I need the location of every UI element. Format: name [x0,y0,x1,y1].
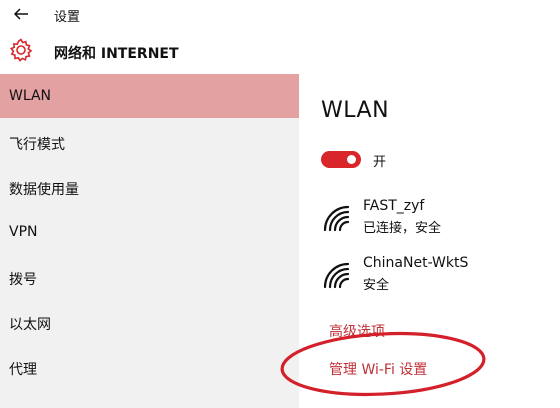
wifi-signal-icon [323,262,350,289]
window-title: 设置 [54,10,81,25]
toggle-state-label: 开 [373,155,387,170]
wifi-signal-icon [323,205,350,232]
sidebar-item-proxy[interactable]: 代理 [0,345,299,389]
network-name: ChinaNet-WktS [363,255,469,271]
content-heading: WLAN [321,98,390,123]
page-title: 网络和 INTERNET [54,46,179,62]
sidebar-item-label: WLAN [9,88,52,104]
wifi-network-item[interactable]: FAST_zyf 已连接，安全 [317,198,547,242]
network-status: 已连接，安全 [363,221,442,236]
main-content: WLAN 开 FAST_zyf 已连接，安全 ChinaNet-WktS 安全 [299,74,560,408]
section-header: 网络和 INTERNET [0,30,560,74]
advanced-options-link[interactable]: 高级选项 [329,321,385,341]
sidebar-item-label: 拨号 [9,272,37,288]
sidebar-item-wlan[interactable]: WLAN [0,74,299,118]
sidebar-item-label: 数据使用量 [9,182,79,198]
gear-icon [9,38,33,62]
sidebar-item-label: VPN [9,224,38,240]
toggle-knob [347,155,356,164]
sidebar-item-data-usage[interactable]: 数据使用量 [0,165,299,209]
sidebar-item-ethernet[interactable]: 以太网 [0,300,299,344]
sidebar-item-dial-up[interactable]: 拨号 [0,255,299,299]
sidebar-item-label: 以太网 [9,317,51,333]
sidebar-item-airplane-mode[interactable]: 飞行模式 [0,120,299,164]
sidebar-item-vpn[interactable]: VPN [0,210,299,254]
manage-wifi-settings-link[interactable]: 管理 Wi-Fi 设置 [329,359,427,379]
wlan-toggle[interactable] [321,151,361,168]
sidebar: WLAN 飞行模式 数据使用量 VPN 拨号 以太网 代理 [0,74,299,408]
wifi-network-item[interactable]: ChinaNet-WktS 安全 [317,255,547,299]
title-bar: 设置 [0,0,560,30]
back-arrow-icon[interactable] [11,4,31,24]
sidebar-item-label: 代理 [9,362,37,378]
network-status: 安全 [363,278,390,293]
sidebar-item-label: 飞行模式 [9,137,65,153]
network-name: FAST_zyf [363,198,425,214]
